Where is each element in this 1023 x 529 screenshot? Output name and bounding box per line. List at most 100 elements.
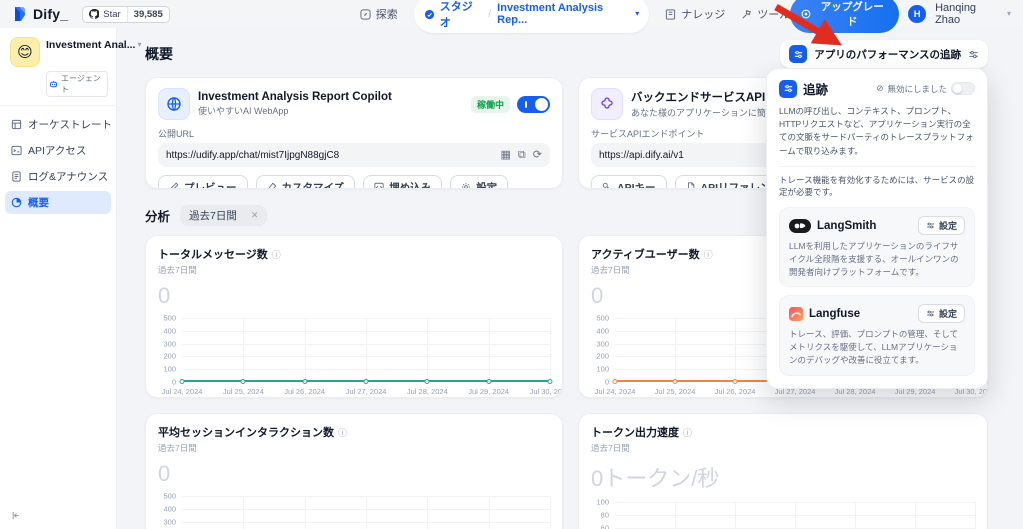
embed-icon xyxy=(374,182,384,189)
webapp-action-button[interactable]: 埋め込み xyxy=(363,175,442,189)
provider-config-button[interactable]: 設定 xyxy=(918,304,965,323)
chart-subtitle: 過去7日間 xyxy=(158,264,550,276)
qr-code-icon[interactable]: ▦ xyxy=(501,150,511,161)
y-axis-label: 200 xyxy=(158,352,176,361)
gridline-v xyxy=(305,318,306,382)
refresh-icon[interactable]: ⟳ xyxy=(533,150,542,161)
status-badge: 稼働中 xyxy=(471,96,510,113)
info-icon[interactable]: ⓘ xyxy=(338,426,347,439)
provider-card-langsmith: LangSmith設定LLMを利用したアプリケーションのライフサイクル全段階を支… xyxy=(779,207,975,287)
y-axis-label: 500 xyxy=(158,492,176,501)
gridline-v xyxy=(735,318,736,382)
copy-icon[interactable]: ⧉ xyxy=(518,150,526,161)
y-axis-label: 300 xyxy=(158,339,176,348)
provider-description: トレース、評価、プロンプトの管理、そしてメトリクスを駆使して、LLMアプリケーシ… xyxy=(789,328,965,366)
provider-description: LLMを利用したアプリケーションのライフサイクル全段階を支援する、オールインワン… xyxy=(789,240,965,278)
github-star-count: 39,585 xyxy=(127,7,169,22)
api-action-button[interactable]: APIキー xyxy=(591,175,667,189)
y-axis-label: 100 xyxy=(591,498,609,507)
y-axis-label: 100 xyxy=(158,365,176,374)
sidebar-item-オーケストレート[interactable]: オーケストレート xyxy=(5,113,111,136)
user-name-label: Hanqing Zhao xyxy=(935,2,1003,26)
provider-config-label: 設定 xyxy=(939,307,957,320)
period-filter[interactable]: 過去7日間 ✕ xyxy=(180,205,267,226)
y-axis-label: 0 xyxy=(591,378,609,387)
sidebar-collapse-icon[interactable] xyxy=(10,510,21,521)
public-url-value[interactable]: https://udify.app/chat/mist7IjpgN88gjC8 xyxy=(166,150,494,161)
explore-icon xyxy=(360,9,371,20)
provider-card-langfuse: Langfuse設定トレース、評価、プロンプトの管理、そしてメトリクスを駆使して… xyxy=(779,295,975,375)
info-icon[interactable]: ⓘ xyxy=(704,248,713,261)
nav-knowledge[interactable]: ナレッジ xyxy=(665,6,725,22)
tracing-toggle[interactable] xyxy=(951,82,975,95)
top-navbar: Dify_ Star 39,585 探索 xyxy=(0,0,1023,28)
webapp-action-button[interactable]: 設定 xyxy=(450,175,508,189)
backend-api-icon xyxy=(591,88,623,120)
api-action-label: APIキー xyxy=(617,180,656,190)
data-point xyxy=(425,379,430,384)
tracing-status-label: 無効にしました xyxy=(887,83,947,95)
data-point xyxy=(364,379,369,384)
app-sidebar: 😊 Investment Anal... ▾ エージェント オーケストレートAP… xyxy=(0,28,117,529)
sidebar-item-APIアクセス[interactable]: APIアクセス xyxy=(5,139,111,162)
chart-title: アクティブユーザー数 xyxy=(591,246,700,262)
sidebar-item-概要[interactable]: 概要 xyxy=(5,191,111,214)
caret-down-icon: ▾ xyxy=(137,41,141,49)
webapp-card: Investment Analysis Report Copilot 使いやすい… xyxy=(145,77,563,189)
github-icon xyxy=(89,9,99,19)
public-url-bar: https://udify.app/chat/mist7IjpgN88gjC8 … xyxy=(158,143,550,167)
caret-down-icon: ▾ xyxy=(635,10,639,18)
sidebar-item-ログ&アナウンス[interactable]: ログ&アナウンス xyxy=(5,165,111,188)
gear-icon xyxy=(461,182,471,189)
nav-tools[interactable]: ツール xyxy=(741,6,790,22)
nav-explore-label: 探索 xyxy=(376,6,398,22)
nav-knowledge-label: ナレッジ xyxy=(681,6,725,22)
page-title: 概要 xyxy=(145,44,173,64)
webapp-icon xyxy=(158,88,190,120)
chart-plot: 5004003002001000 xyxy=(158,318,550,382)
orchestrate-icon xyxy=(11,119,22,130)
dify-logo-text: Dify_ xyxy=(33,6,68,22)
upgrade-button[interactable]: アップグレード ✦ xyxy=(790,0,899,33)
y-axis-label: 80 xyxy=(591,510,609,519)
data-point xyxy=(180,379,185,384)
nav-studio-label: スタジオ xyxy=(440,0,482,30)
nav-explore[interactable]: 探索 xyxy=(360,6,398,22)
provider-config-label: 設定 xyxy=(939,219,957,232)
y-axis-label: 400 xyxy=(158,326,176,335)
knowledge-icon xyxy=(665,9,676,20)
close-icon[interactable]: ✕ xyxy=(251,210,259,221)
x-axis-label: Jul 24, 2024 xyxy=(595,387,636,396)
public-url-label: 公開URL xyxy=(158,127,550,140)
data-point xyxy=(302,379,307,384)
user-menu[interactable]: Hanqing Zhao ▾ xyxy=(935,2,1011,26)
dify-logo[interactable]: Dify_ xyxy=(12,6,68,22)
webapp-action-button[interactable]: プレビュー xyxy=(158,175,248,189)
webapp-action-button[interactable]: カスタマイズ xyxy=(256,175,356,189)
info-icon[interactable]: ⓘ xyxy=(272,248,281,261)
provider-config-button[interactable]: 設定 xyxy=(918,216,965,235)
chart-total-value: 0 xyxy=(158,461,550,487)
x-axis-label: Jul 25, 2024 xyxy=(655,387,696,396)
chart-plot: 5004003002001000 xyxy=(158,496,550,529)
overview-icon xyxy=(11,197,22,208)
webapp-action-label: 設定 xyxy=(476,180,497,190)
github-star-widget[interactable]: Star 39,585 xyxy=(82,6,170,23)
divider xyxy=(779,166,975,167)
upgrade-label: アップグレード xyxy=(816,0,888,29)
nav-studio-pill: スタジオ / Investment Analysis Rep... ▾ xyxy=(414,0,650,33)
webapp-action-label: プレビュー xyxy=(184,180,237,190)
webapp-toggle[interactable] xyxy=(517,96,550,113)
data-point xyxy=(486,379,491,384)
current-app-selector[interactable]: Investment Analysis Rep... ▾ xyxy=(497,2,639,26)
app-selector[interactable]: 😊 Investment Anal... ▾ xyxy=(10,37,108,67)
current-app-name: Investment Analysis Rep... xyxy=(497,2,632,26)
info-icon[interactable]: ⓘ xyxy=(683,426,692,439)
nav-studio[interactable]: スタジオ xyxy=(424,0,482,30)
chart-subtitle: 過去7日間 xyxy=(591,442,975,454)
chart-plot: 100806040200 xyxy=(591,502,975,529)
app-performance-tracing-button[interactable]: アプリのパフォーマンスの追跡 xyxy=(780,40,988,68)
user-avatar[interactable]: H xyxy=(908,5,926,23)
gridline-v xyxy=(915,502,916,529)
data-point xyxy=(241,379,246,384)
